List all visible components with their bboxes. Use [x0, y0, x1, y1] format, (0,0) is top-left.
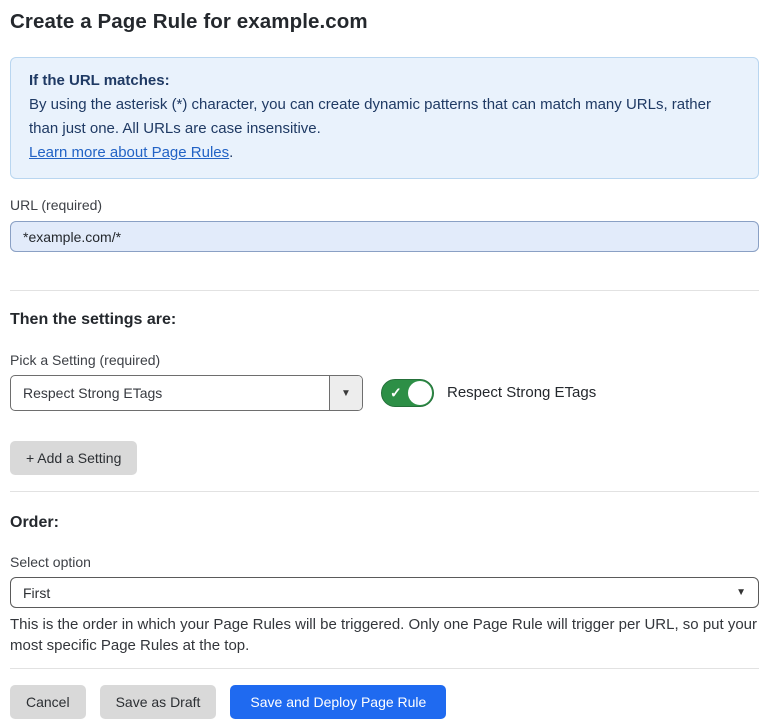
- save-deploy-button[interactable]: Save and Deploy Page Rule: [230, 685, 446, 719]
- order-help-text: This is the order in which your Page Rul…: [10, 614, 759, 656]
- page-rule-form: Create a Page Rule for example.com If th…: [0, 10, 769, 719]
- setting-row: Respect Strong ETags ▼ ✓ Respect Strong …: [10, 375, 759, 411]
- chevron-down-icon: ▼: [341, 388, 351, 399]
- order-select-label: Select option: [10, 554, 759, 570]
- setting-select-value: Respect Strong ETags: [11, 376, 329, 410]
- chevron-down-icon: ▼: [736, 587, 746, 598]
- link-period: .: [229, 144, 233, 161]
- settings-section-heading: Then the settings are:: [10, 311, 759, 329]
- check-icon: ✓: [390, 386, 402, 400]
- learn-more-link[interactable]: Learn more about Page Rules: [29, 144, 229, 161]
- setting-toggle-label: Respect Strong ETags: [447, 379, 596, 407]
- toggle-knob: [408, 381, 432, 405]
- url-field-label: URL (required): [10, 197, 759, 213]
- order-select[interactable]: First ▼: [10, 577, 759, 608]
- setting-select[interactable]: Respect Strong ETags ▼: [10, 375, 363, 411]
- cancel-button[interactable]: Cancel: [10, 685, 86, 719]
- divider: [10, 290, 759, 291]
- url-match-info-box: If the URL matches: By using the asteris…: [10, 57, 759, 179]
- setting-toggle[interactable]: ✓: [381, 379, 434, 407]
- info-box-body: By using the asterisk (*) character, you…: [29, 93, 740, 141]
- page-title: Create a Page Rule for example.com: [10, 10, 759, 34]
- order-section-heading: Order:: [10, 514, 759, 532]
- save-draft-button[interactable]: Save as Draft: [100, 685, 217, 719]
- setting-select-arrow-button[interactable]: ▼: [329, 376, 362, 410]
- add-setting-button[interactable]: + Add a Setting: [10, 441, 137, 475]
- divider: [10, 491, 759, 492]
- info-box-link-line: Learn more about Page Rules.: [29, 141, 740, 165]
- info-box-heading: If the URL matches:: [29, 69, 740, 93]
- divider: [10, 668, 759, 669]
- footer-actions: Cancel Save as Draft Save and Deploy Pag…: [10, 685, 759, 719]
- order-select-value: First: [23, 585, 50, 601]
- url-input[interactable]: [10, 221, 759, 252]
- pick-setting-label: Pick a Setting (required): [10, 352, 759, 368]
